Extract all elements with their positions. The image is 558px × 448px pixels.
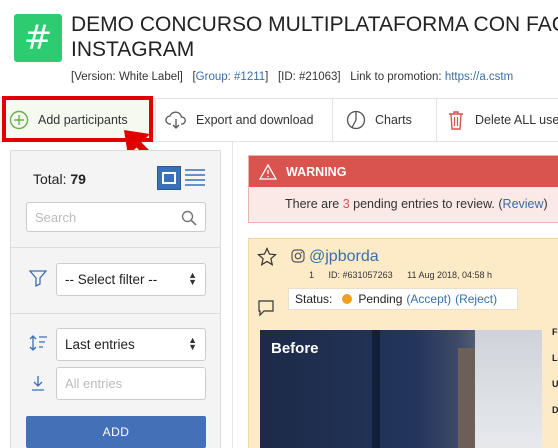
entry-handle[interactable]: @jpborda — [309, 248, 379, 266]
comment-icon[interactable] — [257, 299, 275, 317]
entries-input[interactable]: All entries — [56, 367, 206, 400]
warning-header: WARNING — [249, 156, 558, 187]
promotion-meta: [Version: White Label] [Group: #1211] [I… — [71, 71, 513, 83]
order-select[interactable]: Last entries ▲ ▼ — [56, 328, 206, 361]
warning-text-before: There are — [285, 197, 340, 211]
review-link[interactable]: Review — [503, 197, 544, 211]
warning-text-after: pending entries to review. — [353, 197, 495, 211]
group-suffix: ] — [265, 71, 269, 83]
promotion-link[interactable]: https://a.cstm — [445, 71, 513, 83]
page-title-line2: INSTAGRAM — [71, 38, 195, 61]
charts-button[interactable]: Charts — [333, 99, 437, 141]
sort-icon — [29, 335, 47, 351]
total-count: Total: 79 — [33, 171, 86, 187]
total-label: Total: — [33, 171, 67, 187]
filter-icon — [29, 270, 47, 287]
search-placeholder: Search — [35, 209, 77, 225]
pie-chart-icon — [346, 110, 366, 130]
filter-select[interactable]: -- Select filter -- ▲ ▼ — [56, 263, 206, 296]
version-label: [Version: White Label] — [71, 71, 183, 83]
entry-meta: 1 ID: #631057263 11 Aug 2018, 04:58 h — [309, 270, 504, 280]
entry-id: ID: #631057263 — [328, 270, 393, 280]
instagram-icon — [291, 249, 305, 263]
warning-message: There are 3 pending entries to review. (… — [285, 197, 548, 211]
main-divider — [232, 142, 233, 448]
download-arrow-icon — [32, 376, 44, 391]
photo-window — [475, 330, 542, 448]
status-label: Status: — [295, 292, 333, 306]
field-label: Di — [552, 405, 558, 415]
entry-field-labels: Fi La U Di — [552, 327, 558, 431]
search-icon — [181, 210, 197, 226]
app-logo: # — [14, 14, 62, 62]
order-select-value: Last entries — [65, 337, 135, 352]
field-label: Fi — [552, 327, 558, 337]
entry-photo[interactable]: Before — [260, 330, 542, 448]
total-value: 79 — [70, 171, 86, 187]
list-view-icon[interactable] — [184, 168, 206, 188]
entries-placeholder: All entries — [65, 376, 123, 391]
warning-title: WARNING — [286, 164, 347, 179]
photo-caption: Before — [271, 340, 319, 357]
delete-all-button[interactable]: Delete ALL use — [437, 99, 558, 141]
warning-panel: WARNING There are 3 pending entries to r… — [248, 155, 558, 223]
delete-all-label: Delete ALL use — [475, 113, 558, 127]
page-title: DEMO CONCURSO MULTIPLATAFORMA CON FACI I… — [71, 12, 558, 62]
star-icon[interactable] — [257, 247, 277, 267]
card-view-toggle[interactable] — [157, 166, 181, 190]
filter-select-value: -- Select filter -- — [65, 272, 158, 287]
export-download-label: Export and download — [196, 113, 314, 127]
updown-caret-icon: ▲ ▼ — [188, 335, 197, 352]
card-view-icon — [162, 172, 176, 184]
entry-status: Status: Pending (Accept) (Reject) — [288, 288, 518, 310]
hash-icon: # — [23, 18, 53, 58]
reject-link[interactable]: (Reject) — [455, 292, 497, 306]
link-label: Link to promotion: — [350, 71, 442, 83]
field-label: U — [552, 379, 558, 389]
pending-count: 3 — [342, 197, 350, 211]
add-button[interactable]: ADD — [26, 416, 206, 448]
filters-sidebar: Total: 79 Search -- Select filter -- ▲ ▼ … — [10, 150, 221, 448]
charts-label: Charts — [375, 113, 412, 127]
sidebar-divider — [11, 247, 220, 248]
entry-index: 1 — [309, 270, 315, 280]
id-label: [ID: #21063] — [277, 71, 341, 83]
status-value: Pending — [358, 292, 403, 306]
group-link[interactable]: Group: #1211 — [196, 71, 265, 83]
sidebar-divider — [11, 313, 220, 314]
accept-link[interactable]: (Accept) — [406, 292, 451, 306]
photo-lamp — [372, 330, 380, 448]
export-download-button[interactable]: Export and download — [156, 99, 333, 141]
trash-icon — [449, 111, 463, 130]
field-label: La — [552, 353, 558, 363]
entry-card: @jpborda 1 ID: #631057263 11 Aug 2018, 0… — [248, 238, 558, 448]
pending-dot-icon — [342, 294, 353, 304]
review-close-paren: ) — [543, 197, 548, 211]
entry-date: 11 Aug 2018, 04:58 h — [407, 270, 493, 280]
search-input[interactable]: Search — [26, 202, 206, 232]
page-title-line1: DEMO CONCURSO MULTIPLATAFORMA CON FACI — [71, 13, 558, 36]
updown-caret-icon: ▲ ▼ — [188, 270, 197, 287]
warning-triangle-icon — [259, 164, 277, 180]
